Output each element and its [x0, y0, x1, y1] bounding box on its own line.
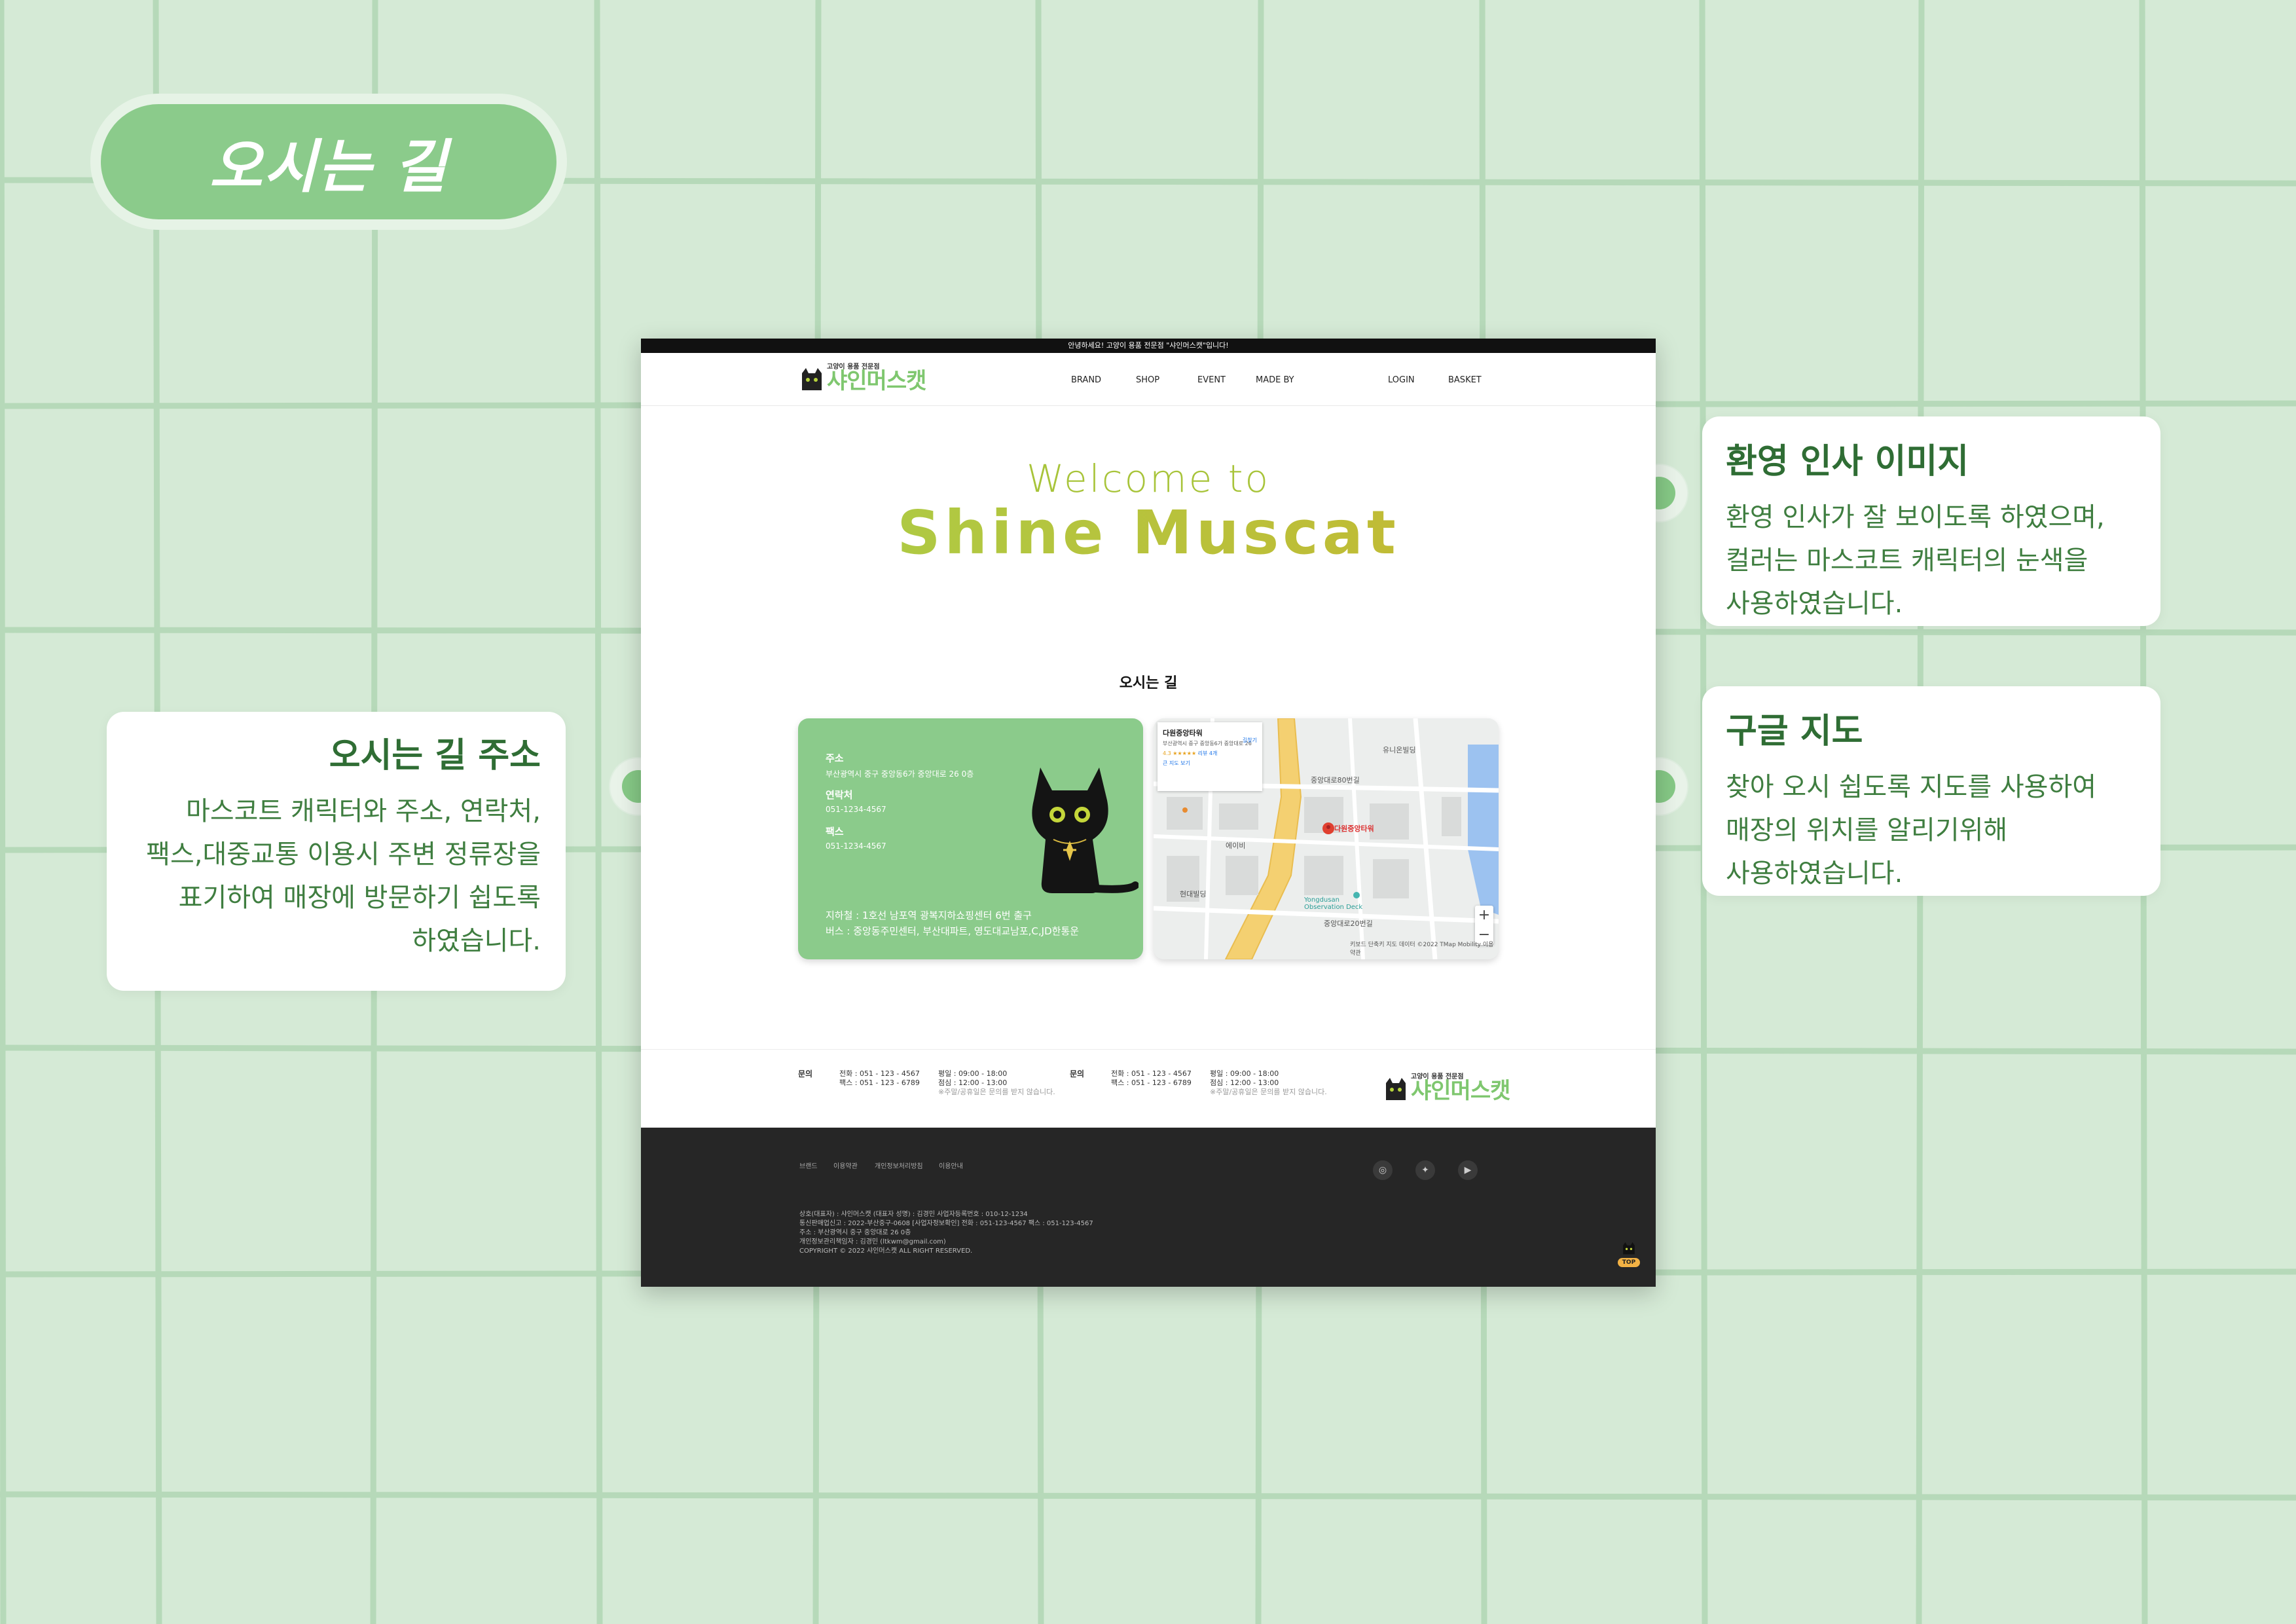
contact-lunch: 점심 : 12:00 - 13:00 — [1210, 1079, 1279, 1087]
bus-info: 버스 : 중앙동주민센터, 부산대파트, 영도대교남포,C,JD한통운 — [826, 925, 1080, 937]
subway-info: 지하철 : 1호선 남포역 광복지하쇼핑센터 6번 출구 — [826, 910, 1032, 921]
logo-name: 샤인머스캣 — [827, 368, 926, 394]
footer-contact: 문의 전화 : 051 - 123 - 4567 팩스 : 051 - 123 … — [641, 1049, 1656, 1128]
map-larger-link[interactable]: 큰 지도 보기 — [1163, 760, 1257, 767]
contact-hours: 평일 : 09:00 - 18:00 — [1210, 1069, 1279, 1078]
annotation-welcome-title: 환영 인사 이미지 — [1726, 442, 1969, 481]
annotation-welcome-line: 환영 인사가 잘 보이도록 하였으며, — [1726, 502, 2105, 532]
section-title: 오시는 길 — [1119, 675, 1178, 692]
company-line: 통신판매업신고 : 2022-부산중구-0608 [사업자정보확인] 전화 : … — [799, 1220, 1093, 1227]
map-label: 중앙대로80번길 — [1311, 776, 1360, 784]
instagram-icon[interactable]: ◎ — [1373, 1160, 1393, 1180]
map-credit: 키보드 단축키 지도 데이터 ©2022 TMap Mobility 이용약관 — [1350, 942, 1494, 957]
footer-link-privacy[interactable]: 개인정보처리방침 — [875, 1160, 923, 1170]
annotation-map-title: 구글 지도 — [1726, 712, 1863, 751]
map-directions-button[interactable]: 길찾기 — [1243, 737, 1257, 744]
website-screenshot: 안녕하세요! 고양이 용품 전문점 "샤인머스캣"입니다! 고양이 용품 전문점… — [641, 339, 1656, 1287]
map-rating-stars: 4.3 ★★★★★ — [1163, 750, 1197, 756]
map-marker-label: 다원중앙타워 — [1334, 824, 1374, 833]
phone-label: 연락처 — [826, 789, 853, 801]
contact-head: 문의 — [798, 1069, 813, 1079]
company-line: 상호(대표자) : 샤인머스캣 (대표자 성명) : 김경민 사업자등록번호 :… — [799, 1211, 1028, 1218]
hero-welcome: Welcome to — [1027, 456, 1270, 501]
contact-phone: 전화 : 051 - 123 - 4567 — [839, 1069, 920, 1078]
annotation-address-title: 오시는 길 주소 — [329, 736, 541, 775]
top-button-label: TOP — [1618, 1258, 1640, 1267]
annotation-address: 오시는 길 주소 마스코트 캐릭터와 주소, 연락처, 팩스,대중교통 이용시 … — [107, 712, 566, 991]
page-title: 오시는 길 — [101, 104, 556, 219]
zoom-in-button[interactable]: + — [1475, 906, 1493, 925]
nav-brand[interactable]: BRAND — [1071, 375, 1101, 385]
annotation-address-line: 마스코트 캐릭터와 주소, 연락처, — [186, 796, 541, 826]
map-label: 에이비 — [1226, 841, 1246, 850]
header-nav: 고양이 용품 전문점 샤인머스캣 BRAND SHOP EVENT MADE B… — [641, 353, 1656, 406]
annotation-map: 구글 지도 찾아 오시 쉽도록 지도를 사용하여 매장의 위치를 알리기위해 사… — [1702, 686, 2160, 896]
address-card: 주소 부산광역시 중구 중앙동6가 중앙대로 26 0층 연락처 051-123… — [798, 718, 1143, 959]
map-label: 현대빌딩 — [1180, 890, 1207, 898]
google-map[interactable]: 다원중앙타워 부산광역시 중구 중앙동6가 중앙대로 26 4.3 ★★★★★ … — [1154, 718, 1499, 959]
hero-title: Shine Muscat — [641, 498, 1656, 568]
contact-phone: 전화 : 051 - 123 - 4567 — [1111, 1069, 1192, 1078]
nav-made-by[interactable]: MADE BY — [1256, 375, 1294, 385]
annotation-welcome-line: 사용하였습니다. — [1726, 589, 1903, 619]
company-line: 개인정보관리책임자 : 김경민 (ltkwm@gmail.com) — [799, 1238, 946, 1246]
footer-link-guide[interactable]: 이용안내 — [939, 1160, 963, 1170]
top-button[interactable]: TOP — [1615, 1241, 1643, 1270]
cat-logo-icon — [802, 368, 822, 390]
page-title-pill: 오시는 길 — [90, 94, 567, 230]
nav-login[interactable]: LOGIN — [1388, 375, 1415, 385]
annotation-address-line: 하였습니다. — [412, 926, 541, 956]
address-label: 주소 — [826, 752, 844, 764]
map-label: Yongdusan Observation Deck — [1304, 896, 1363, 911]
announcement-bar: 안녕하세요! 고양이 용품 전문점 "샤인머스캣"입니다! — [641, 339, 1656, 353]
contact-fax: 팩스 : 051 - 123 - 6789 — [1111, 1079, 1192, 1087]
nav-shop[interactable]: SHOP — [1136, 375, 1159, 385]
map-label: 중앙대로20번길 — [1324, 919, 1373, 928]
annotation-address-line: 표기하여 매장에 방문하기 쉽도록 — [178, 883, 541, 913]
annotation-welcome-line: 컬러는 마스코트 캐릭터의 눈색을 — [1726, 545, 2088, 576]
contact-note: ※주말/공휴일은 문의를 받지 않습니다. — [1210, 1088, 1327, 1096]
map-place-card: 다원중앙타워 부산광역시 중구 중앙동6가 중앙대로 26 4.3 ★★★★★ … — [1157, 722, 1262, 791]
annotation-map-line: 찾아 오시 쉽도록 지도를 사용하여 — [1726, 772, 2097, 802]
map-rating: 4.3 ★★★★★ 리뷰 4개 — [1163, 750, 1257, 757]
cat-mascot-icon — [1032, 767, 1139, 893]
footer-link-brand[interactable]: 브랜드 — [799, 1160, 818, 1170]
annotation-welcome: 환영 인사 이미지 환영 인사가 잘 보이도록 하였으며, 컬러는 마스코트 캐… — [1702, 416, 2160, 626]
footer-dark: 브랜드 이용약관 개인정보처리방침 이용안내 상호(대표자) : 샤인머스캣 (… — [641, 1128, 1656, 1287]
map-reviews-link[interactable]: 리뷰 4개 — [1198, 750, 1218, 756]
contact-note: ※주말/공휴일은 문의를 받지 않습니다. — [938, 1088, 1055, 1096]
cat-logo-icon — [1386, 1078, 1406, 1100]
map-label: 유니온빌딩 — [1383, 746, 1416, 754]
nav-event[interactable]: EVENT — [1197, 375, 1226, 385]
site-logo[interactable]: 고양이 용품 전문점 샤인머스캣 — [798, 361, 926, 392]
footer-link-terms[interactable]: 이용약관 — [833, 1160, 858, 1170]
fax-label: 팩스 — [826, 826, 844, 838]
logo-name: 샤인머스캣 — [1411, 1078, 1510, 1104]
contact-lunch: 점심 : 12:00 - 13:00 — [938, 1079, 1008, 1087]
copyright: COPYRIGHT © 2022 샤인머스캣 ALL RIGHT RESERVE… — [799, 1247, 973, 1255]
contact-fax: 팩스 : 051 - 123 - 6789 — [839, 1079, 920, 1087]
annotation-map-line: 사용하였습니다. — [1726, 858, 1903, 889]
company-line: 주소 : 부산광역시 중구 중앙대로 26 0층 — [799, 1229, 911, 1236]
annotation-address-line: 팩스,대중교통 이용시 주변 정류장을 — [146, 840, 541, 870]
phone-value: 051-1234-4567 — [826, 805, 886, 814]
youtube-icon[interactable]: ▶ — [1458, 1160, 1478, 1180]
annotation-map-line: 매장의 위치를 알리기위해 — [1726, 815, 2008, 845]
footer-logo[interactable]: 고양이 용품 전문점 샤인머스캣 — [1382, 1071, 1510, 1104]
twitter-icon[interactable]: ✦ — [1415, 1160, 1435, 1180]
contact-head: 문의 — [1070, 1069, 1085, 1079]
address-value: 부산광역시 중구 중앙동6가 중앙대로 26 0층 — [826, 769, 974, 779]
fax-value: 051-1234-4567 — [826, 841, 886, 851]
map-zoom-control: + − — [1475, 906, 1493, 945]
nav-basket[interactable]: BASKET — [1448, 375, 1482, 385]
contact-hours: 평일 : 09:00 - 18:00 — [938, 1069, 1008, 1078]
